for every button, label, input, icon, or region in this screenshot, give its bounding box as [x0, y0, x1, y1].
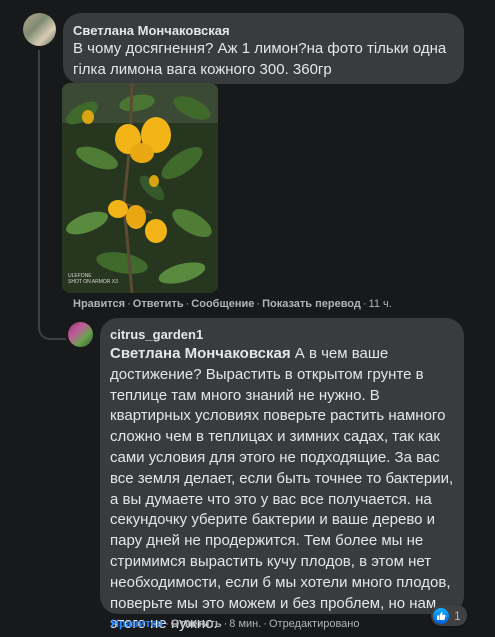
reply-text: Светлана Мончаковская А в чем ваше дости… — [110, 344, 462, 635]
reply-body: А в чем ваше достижение? Вырастить в отк… — [110, 345, 454, 633]
thread-line — [38, 50, 40, 292]
lemon-tree-image — [62, 83, 218, 293]
comment-photo[interactable]: ULEFONE SHOT ON ARMOR X3 — [62, 83, 218, 293]
like-link[interactable]: Нравится — [111, 618, 163, 630]
comment-author[interactable]: Светлана Мончаковская — [73, 23, 230, 38]
reply-link[interactable]: Ответить — [171, 618, 222, 630]
reply-link[interactable]: Ответить — [133, 298, 184, 310]
separator: · — [263, 618, 267, 630]
timestamp[interactable]: 11 ч. — [369, 298, 392, 310]
reply-bubble: citrus_garden1 Светлана Мончаковская А в… — [100, 318, 464, 632]
avatar[interactable] — [23, 13, 56, 46]
like-link[interactable]: Нравится — [73, 298, 125, 310]
edited-label[interactable]: Отредактировано — [269, 618, 360, 630]
separator: · — [165, 618, 169, 630]
like-icon — [433, 607, 449, 624]
thread-connector — [38, 292, 66, 340]
mention-link[interactable]: Светлана Мончаковская — [110, 345, 291, 362]
separator: · — [127, 298, 131, 310]
reaction-number: 1 — [454, 608, 461, 623]
reply-author[interactable]: citrus_garden1 — [110, 327, 203, 342]
reply-avatar[interactable] — [68, 322, 93, 347]
comment-bubble: Светлана Мончаковская В чому досягнення?… — [63, 13, 464, 84]
timestamp[interactable]: 8 мин. — [229, 618, 261, 630]
reaction-count[interactable]: 1 — [431, 605, 467, 626]
separator: · — [256, 298, 261, 310]
comment-text: В чому досягнення? Аж 1 лимон?на фото ті… — [73, 40, 447, 78]
separator: · — [362, 298, 367, 310]
watermark-line-2: SHOT ON ARMOR X3 — [68, 279, 118, 285]
comment-actions: Нравится · Ответить · Сообщение · Показать пер… — [73, 298, 392, 310]
photo-watermark: ULEFONE SHOT ON ARMOR X3 — [68, 273, 118, 285]
message-link[interactable]: Сообщение — [191, 298, 254, 310]
translate-link[interactable]: Показать перевод — [262, 298, 361, 310]
reply-actions: Нравится · Ответить · 8 мин. · Отредактировано — [111, 618, 359, 630]
